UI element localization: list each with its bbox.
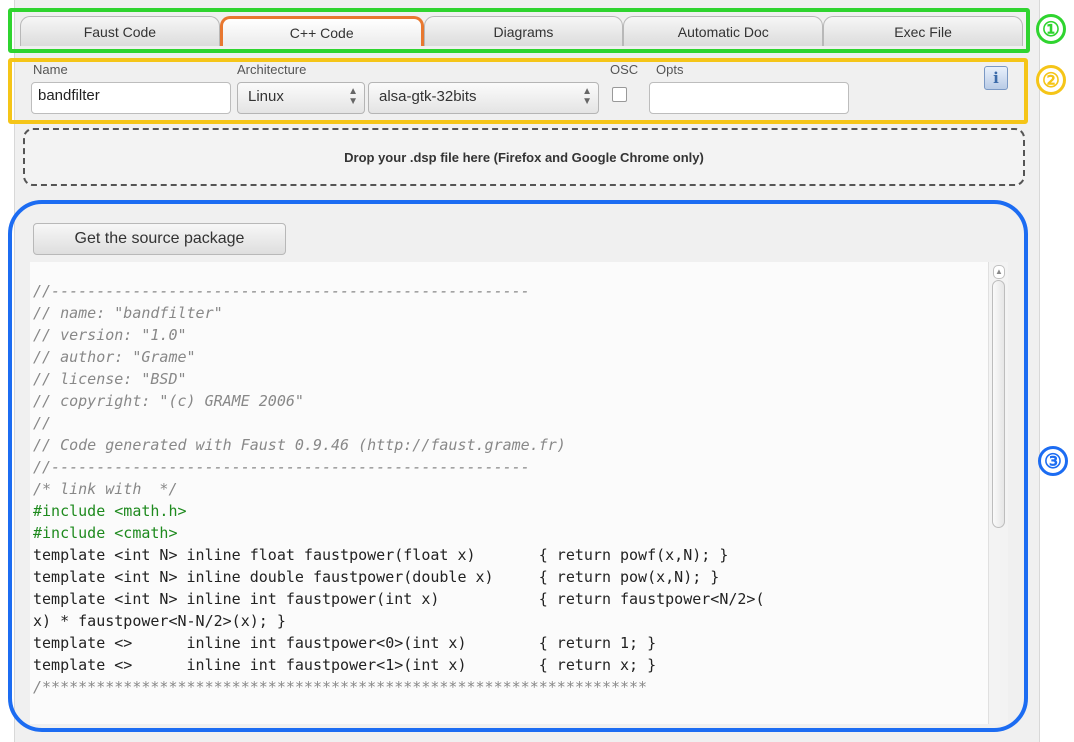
- code-line: // author: "Grame": [33, 348, 196, 366]
- info-icon[interactable]: i: [984, 66, 1008, 90]
- tab-faust-code[interactable]: Faust Code: [20, 16, 220, 46]
- annotation-3: ③: [1038, 446, 1068, 476]
- architecture-select[interactable]: alsa-gtk-32bits ▲ ▼: [368, 82, 599, 114]
- code-line: #include <cmath>: [33, 524, 178, 542]
- code-line: // license: "BSD": [33, 370, 187, 388]
- tab-automatic-doc[interactable]: Automatic Doc: [623, 16, 824, 46]
- select-arrows-icon: ▲ ▼: [582, 86, 592, 107]
- tab-cpp-code[interactable]: C++ Code: [219, 16, 424, 46]
- architecture-label: Architecture: [237, 62, 307, 77]
- os-select[interactable]: Linux ▲ ▼: [237, 82, 365, 114]
- code-line: template <int N> inline double faustpowe…: [33, 568, 720, 586]
- code-line: template <int N> inline float faustpower…: [33, 546, 729, 564]
- code-line: //: [33, 414, 52, 432]
- code-line: // copyright: "(c) GRAME 2006": [33, 392, 304, 410]
- dsp-drop-zone[interactable]: Drop your .dsp file here (Firefox and Go…: [23, 128, 1025, 186]
- code-line: //--------------------------------------…: [33, 282, 530, 300]
- code-line: // Code generated with Faust 0.9.46 (htt…: [33, 436, 566, 454]
- code-line: template <> inline int faustpower<1>(int…: [33, 656, 657, 674]
- code-line: // version: "1.0": [33, 326, 187, 344]
- osc-checkbox[interactable]: [612, 87, 627, 102]
- scroll-up-icon[interactable]: ▲: [993, 265, 1005, 279]
- code-line: template <int N> inline int faustpower(i…: [33, 590, 765, 608]
- code-line: //--------------------------------------…: [33, 458, 530, 476]
- tab-bar: Faust Code C++ Code Diagrams Automatic D…: [20, 14, 1023, 46]
- name-input[interactable]: bandfilter: [31, 82, 231, 114]
- annotation-2: ②: [1036, 65, 1066, 95]
- architecture-select-value: alsa-gtk-32bits: [379, 88, 477, 105]
- annotation-1: ①: [1036, 14, 1066, 44]
- name-label: Name: [33, 62, 68, 77]
- os-select-value: Linux: [248, 88, 284, 105]
- select-arrows-icon: ▲ ▼: [348, 86, 358, 107]
- tab-diagrams[interactable]: Diagrams: [423, 16, 624, 46]
- code-line: // name: "bandfilter": [33, 304, 223, 322]
- osc-label: OSC: [610, 62, 639, 77]
- code-line: x) * faustpower<N-N/2>(x); }: [33, 612, 286, 630]
- code-line: template <> inline int faustpower<0>(int…: [33, 634, 657, 652]
- cpp-code-view[interactable]: //--------------------------------------…: [30, 262, 988, 724]
- get-source-package-button[interactable]: Get the source package: [33, 223, 286, 255]
- code-scrollbar[interactable]: ▲: [988, 262, 1008, 724]
- code-line: /***************************************…: [33, 678, 648, 696]
- opts-input[interactable]: [649, 82, 849, 114]
- code-line: #include <math.h>: [33, 502, 187, 520]
- opts-label: Opts: [656, 62, 684, 77]
- tab-exec-file[interactable]: Exec File: [823, 16, 1023, 46]
- scrollbar-thumb[interactable]: [992, 280, 1005, 528]
- code-line: /* link with */: [33, 480, 178, 498]
